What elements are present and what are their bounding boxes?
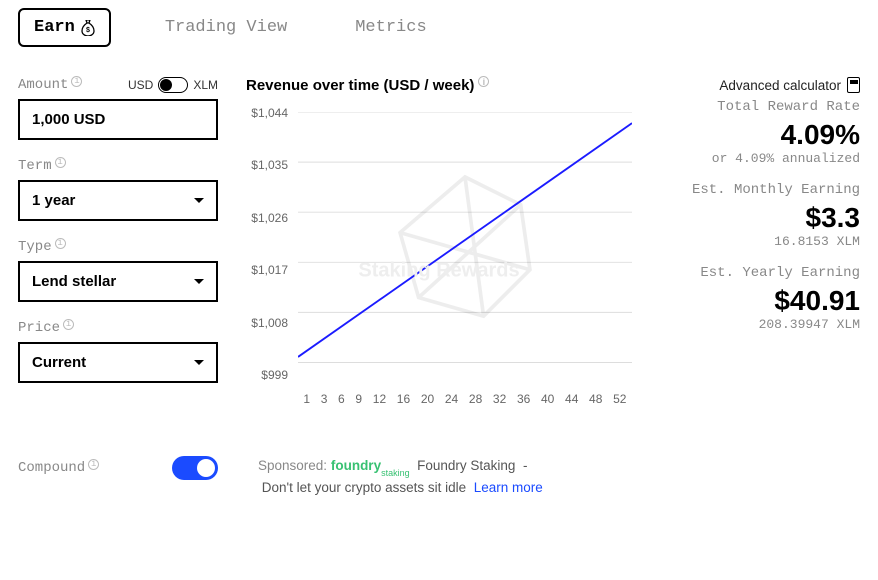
price-value: Current <box>32 354 86 371</box>
tabs: Earn $ Trading View Metrics <box>18 8 860 47</box>
tab-trading-view-label: Trading View <box>165 18 287 37</box>
currency-xlm-label: XLM <box>193 78 218 92</box>
info-icon[interactable]: i <box>71 76 82 87</box>
metrics-column: Advanced calculator Total Reward Rate 4.… <box>660 77 860 406</box>
tab-earn[interactable]: Earn $ <box>18 8 111 47</box>
monthly-label: Est. Monthly Earning <box>660 182 860 198</box>
tab-metrics-label: Metrics <box>355 18 426 37</box>
price-select[interactable]: Current <box>18 342 218 383</box>
chart-line <box>298 123 632 357</box>
y-axis: $1,044 $1,035 $1,026 $1,017 $1,008 $999 <box>246 106 294 382</box>
monthly-value: $3.3 <box>660 202 860 234</box>
term-label: Term i <box>18 158 66 174</box>
tab-metrics[interactable]: Metrics <box>341 10 440 45</box>
chart-plot <box>298 112 632 363</box>
chevron-down-icon <box>194 360 204 365</box>
total-rate-value: 4.09% <box>660 119 860 151</box>
learn-more-link[interactable]: Learn more <box>474 480 543 495</box>
yearly-label: Est. Yearly Earning <box>660 265 860 281</box>
sponsor-name: Foundry Staking <box>417 458 515 473</box>
tab-earn-label: Earn <box>34 18 75 37</box>
type-select[interactable]: Lend stellar <box>18 261 218 302</box>
chart-column: Revenue over time (USD / week) i $1,044 … <box>246 77 632 406</box>
x-axis: 1 3 6 9 12 16 20 24 28 32 36 40 44 48 52 <box>298 392 632 406</box>
info-icon[interactable]: i <box>55 157 66 168</box>
price-label: Price i <box>18 320 74 336</box>
calculator-icon <box>847 77 860 93</box>
chart-area: $1,044 $1,035 $1,026 $1,017 $1,008 $999 <box>246 106 632 406</box>
amount-input[interactable] <box>18 99 218 140</box>
type-label: Type i <box>18 239 66 255</box>
info-icon[interactable]: i <box>63 319 74 330</box>
total-rate-sub: or 4.09% annualized <box>660 151 860 166</box>
tab-trading-view[interactable]: Trading View <box>151 10 301 45</box>
currency-usd-label: USD <box>128 78 153 92</box>
monthly-sub: 16.8153 XLM <box>660 234 860 249</box>
toggle-pill[interactable] <box>158 77 188 93</box>
sponsor-logo: foundrystaking <box>331 458 410 473</box>
info-icon[interactable]: i <box>88 459 99 470</box>
money-bag-icon: $ <box>81 20 95 36</box>
chart-title: Revenue over time (USD / week) i <box>246 77 632 94</box>
form-column: Amount i USD XLM Term i 1 year <box>18 77 218 406</box>
info-icon[interactable]: i <box>55 238 66 249</box>
total-rate-label: Total Reward Rate <box>660 99 860 115</box>
term-select[interactable]: 1 year <box>18 180 218 221</box>
advanced-calculator-link[interactable]: Advanced calculator <box>660 77 860 93</box>
sponsor-tagline: Don't let your crypto assets sit idle <box>262 480 466 495</box>
yearly-value: $40.91 <box>660 285 860 317</box>
chevron-down-icon <box>194 279 204 284</box>
footer-row: Compound i Sponsored: foundrystaking Fou… <box>18 456 860 498</box>
compound-label: Compound i <box>18 460 99 476</box>
info-icon[interactable]: i <box>478 76 489 87</box>
sponsored-label: Sponsored: <box>258 458 327 473</box>
term-value: 1 year <box>32 192 75 209</box>
yearly-sub: 208.39947 XLM <box>660 317 860 332</box>
amount-label: Amount i <box>18 77 82 93</box>
currency-toggle[interactable]: USD XLM <box>128 77 218 93</box>
type-value: Lend stellar <box>32 273 116 290</box>
chevron-down-icon <box>194 198 204 203</box>
svg-text:$: $ <box>86 27 90 35</box>
compound-control: Compound i <box>18 456 218 480</box>
sponsor-box: Sponsored: foundrystaking Foundry Stakin… <box>258 456 558 498</box>
compound-toggle[interactable] <box>172 456 218 480</box>
